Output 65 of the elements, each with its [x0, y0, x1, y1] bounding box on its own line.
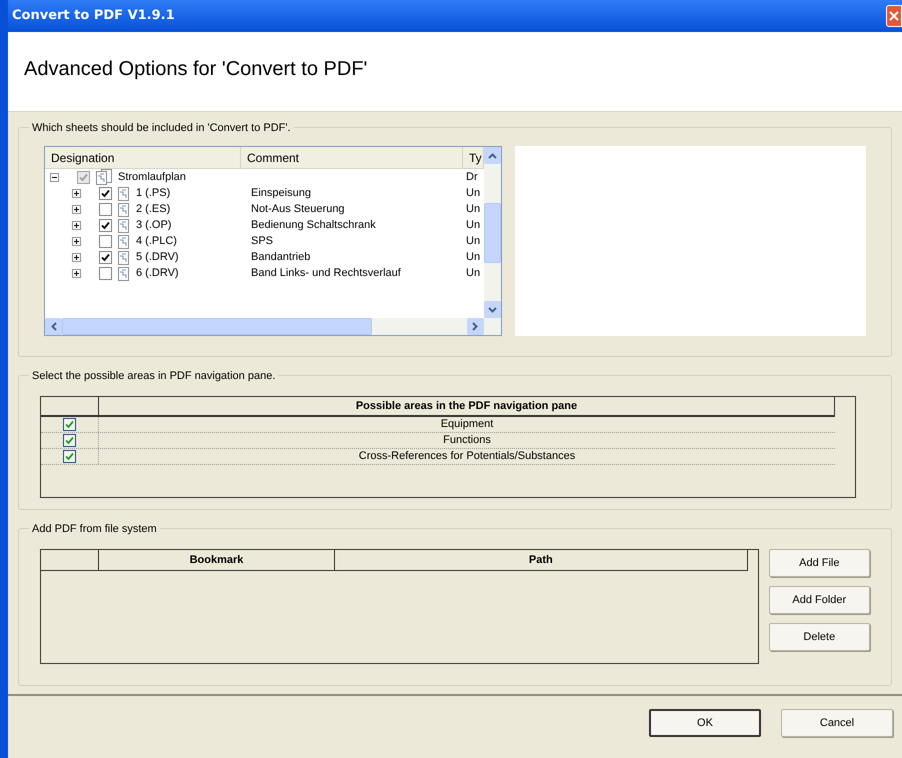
- document-stack-icon: [95, 169, 113, 185]
- table-cell-text: Cross-References for Potentials/Substances: [358, 449, 576, 464]
- document-icon: [117, 233, 131, 249]
- close-icon: [889, 11, 899, 21]
- document-icon: [117, 265, 131, 281]
- table-cell-text: Functions: [442, 433, 492, 448]
- checkbox[interactable]: [99, 218, 112, 232]
- checkbox[interactable]: [99, 266, 112, 280]
- table-cell: Un: [466, 202, 480, 215]
- checkbox[interactable]: [63, 450, 76, 463]
- dialog-button[interactable]: Cancel: [781, 709, 893, 737]
- horizontal-scrollbar[interactable]: [45, 318, 501, 335]
- close-button[interactable]: [886, 5, 902, 27]
- table-cell: Un: [466, 186, 480, 199]
- table-cell: Un: [466, 218, 480, 231]
- column-header: Possible areas in the PDF navigation pane: [354, 399, 578, 414]
- expand-icon[interactable]: [72, 204, 81, 214]
- expand-icon[interactable]: [72, 252, 81, 262]
- checkbox[interactable]: [99, 234, 112, 248]
- table-cell: Band Links- und Rechtsverlauf: [251, 266, 401, 279]
- expand-icon[interactable]: [72, 236, 81, 246]
- checkbox[interactable]: [99, 250, 112, 264]
- tree-item[interactable]: 3 (.OP): [136, 216, 172, 234]
- document-icon: [117, 201, 131, 217]
- tree-item[interactable]: 1 (.PS): [136, 184, 170, 202]
- table-cell: Bedienung Schaltschrank: [251, 218, 376, 231]
- table-cell-text: Equipment: [440, 417, 494, 432]
- table-cell: Un: [466, 266, 480, 279]
- tree-item[interactable]: 5 (.DRV): [136, 248, 179, 266]
- column-header[interactable]: Designation: [45, 147, 241, 168]
- checkbox[interactable]: [99, 202, 112, 216]
- dialog-heading: Advanced Options for 'Convert to PDF': [24, 58, 368, 80]
- document-icon: [117, 249, 131, 265]
- checkbox[interactable]: [99, 186, 112, 200]
- group-title: Select the possible areas in PDF navigation pane.: [29, 368, 278, 384]
- expand-icon[interactable]: [72, 268, 81, 278]
- table-cell: Un: [466, 250, 480, 263]
- document-icon: [117, 217, 131, 233]
- vertical-scrollbar[interactable]: [484, 147, 501, 318]
- table-cell: Dr: [466, 170, 478, 183]
- dialog-button[interactable]: Add File: [768, 549, 870, 577]
- column-header: Path: [528, 553, 554, 568]
- expand-icon[interactable]: [72, 220, 81, 230]
- group-title: Add PDF from file system: [29, 521, 160, 538]
- tree-item[interactable]: Stromlaufplan: [118, 168, 186, 186]
- table-cell: Einspeisung: [251, 186, 311, 199]
- dialog-button[interactable]: Delete: [768, 623, 870, 651]
- table-cell: Not-Aus Steuerung: [251, 202, 345, 215]
- dialog-button[interactable]: Add Folder: [768, 586, 870, 614]
- tree-item[interactable]: 6 (.DRV): [136, 264, 179, 282]
- checkbox[interactable]: [63, 434, 76, 447]
- tree-item[interactable]: 2 (.ES): [136, 200, 170, 218]
- table-cell: SPS: [251, 234, 274, 247]
- checkbox[interactable]: [77, 170, 90, 184]
- tree-item[interactable]: 4 (.PLC): [136, 232, 177, 250]
- document-icon: [117, 185, 131, 201]
- table-cell: Un: [466, 234, 480, 247]
- expand-icon[interactable]: [72, 188, 81, 198]
- checkbox[interactable]: [63, 418, 76, 431]
- window-title: Convert to PDF V1.9.1: [12, 7, 175, 26]
- dialog-button[interactable]: OK: [649, 709, 761, 737]
- table-cell: Bandantrieb: [251, 250, 310, 263]
- collapse-icon[interactable]: [50, 172, 59, 182]
- column-header[interactable]: Comment: [241, 147, 463, 168]
- column-header: Bookmark: [99, 550, 335, 570]
